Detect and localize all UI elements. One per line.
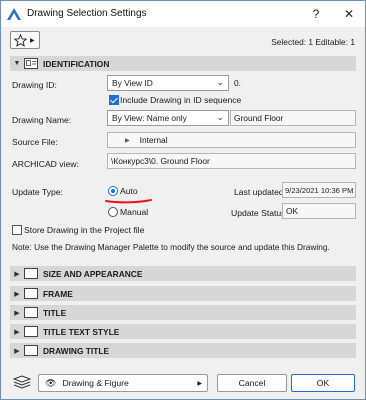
frame-icon	[24, 288, 38, 299]
store-in-project-checkbox[interactable]	[12, 225, 22, 235]
star-icon	[14, 33, 27, 47]
update-manual-radio[interactable]	[108, 207, 118, 217]
drawing-name-label: Drawing Name:	[12, 115, 72, 125]
last-updated-label: Last updated:	[234, 187, 287, 197]
update-auto-label: Auto	[120, 186, 138, 196]
note-text: Note: Use the Drawing Manager Palette to…	[12, 242, 330, 252]
dialog-title: Drawing Selection Settings	[27, 8, 147, 19]
section-title-label: TITLE	[43, 307, 67, 318]
chevron-right-icon: ▶	[14, 270, 20, 278]
size-appearance-icon	[24, 268, 38, 279]
last-updated-field: 9/23/2021 10:36 PM	[282, 182, 356, 198]
identification-icon	[24, 58, 38, 69]
category-selector-label: Drawing & Figure	[62, 378, 129, 388]
archicad-view-field: \Конкурс3\0. Ground Floor	[107, 153, 356, 169]
selection-info: Selected: 1 Editable: 1	[271, 37, 355, 47]
section-title-header[interactable]: ▶ TITLE	[10, 305, 356, 320]
section-frame-label: FRAME	[43, 288, 73, 299]
dialog-window: Drawing Selection Settings ? ✕ ▶ Selecte…	[0, 0, 366, 400]
drawing-name-mode-value: By View: Name only	[112, 113, 187, 123]
category-selector-button[interactable]: 👁 Drawing & Figure ▶	[38, 374, 208, 392]
chevron-right-icon: ▶	[197, 380, 202, 387]
include-in-sequence-checkbox[interactable]	[109, 95, 119, 105]
source-file-value: Internal	[139, 135, 168, 145]
drawing-id-mode-dropdown[interactable]: By View ID ⌄	[107, 75, 229, 91]
cancel-label: Cancel	[238, 378, 266, 388]
chevron-right-icon: ▶	[14, 347, 20, 355]
update-manual-label: Manual	[120, 207, 149, 217]
title-bar: Drawing Selection Settings ? ✕	[1, 1, 365, 27]
favorites-button[interactable]: ▶	[10, 31, 40, 49]
ok-button[interactable]: OK	[291, 374, 355, 392]
close-button[interactable]: ✕	[333, 1, 365, 27]
cancel-button[interactable]: Cancel	[217, 374, 287, 392]
section-identification-header[interactable]: ▼ IDENTIFICATION	[10, 56, 356, 71]
drawing-id-label: Drawing ID:	[12, 80, 57, 90]
chevron-right-icon: ▶	[125, 137, 130, 144]
chevron-right-icon: ▶	[14, 328, 20, 336]
store-in-project-label: Store Drawing in the Project file	[24, 225, 145, 235]
chevron-down-icon: ⌄	[216, 77, 224, 87]
drawing-name-value: Ground Floor	[234, 113, 284, 123]
update-auto-radio[interactable]	[108, 186, 118, 196]
section-title-text-style-label: TITLE TEXT STYLE	[43, 326, 120, 337]
drawing-id-mode-value: By View ID	[112, 78, 153, 88]
drawing-id-value: 0.	[234, 78, 241, 88]
section-drawing-title-header[interactable]: ▶ DRAWING TITLE	[10, 343, 356, 358]
annotation-underline	[105, 199, 152, 204]
section-title-text-style-header[interactable]: ▶ TITLE TEXT STYLE	[10, 324, 356, 339]
help-button[interactable]: ?	[300, 1, 332, 27]
source-file-field: ▶ Internal	[107, 132, 356, 148]
section-size-appearance-header[interactable]: ▶ SIZE AND APPEARANCE	[10, 266, 356, 281]
chevron-right-icon: ▶	[14, 309, 20, 317]
drawing-name-mode-dropdown[interactable]: By View: Name only ⌄	[107, 110, 229, 126]
ok-label: OK	[316, 378, 330, 388]
layer-stack-icon	[12, 375, 32, 389]
update-status-value: OK	[286, 206, 299, 216]
last-updated-value: 9/23/2021 10:36 PM	[285, 185, 354, 195]
eye-icon: 👁	[45, 377, 57, 388]
source-file-label: Source File:	[12, 137, 58, 147]
title-icon	[24, 307, 38, 318]
section-identification-label: IDENTIFICATION	[43, 58, 110, 69]
section-drawing-title-label: DRAWING TITLE	[43, 345, 110, 356]
update-status-label: Update Status:	[231, 208, 288, 218]
archicad-view-label: ARCHICAD view:	[12, 159, 79, 169]
chevron-right-icon: ▶	[30, 37, 35, 44]
update-type-label: Update Type:	[12, 187, 63, 197]
include-in-sequence-label: Include Drawing in ID sequence	[120, 95, 242, 105]
archicad-view-value: \Конкурс3\0. Ground Floor	[111, 156, 210, 166]
title-text-style-icon	[24, 326, 38, 337]
drawing-id-field[interactable]: 0.	[230, 75, 356, 91]
chevron-right-icon: ▶	[14, 290, 20, 298]
drawing-title-icon	[24, 345, 38, 356]
chevron-down-icon: ⌄	[216, 112, 224, 122]
update-status-field: OK	[282, 203, 356, 219]
drawing-name-field[interactable]: Ground Floor	[230, 110, 356, 126]
archicad-app-icon	[7, 8, 21, 20]
section-frame-header[interactable]: ▶ FRAME	[10, 286, 356, 301]
section-size-appearance-label: SIZE AND APPEARANCE	[43, 268, 143, 279]
chevron-down-icon: ▼	[13, 60, 21, 67]
